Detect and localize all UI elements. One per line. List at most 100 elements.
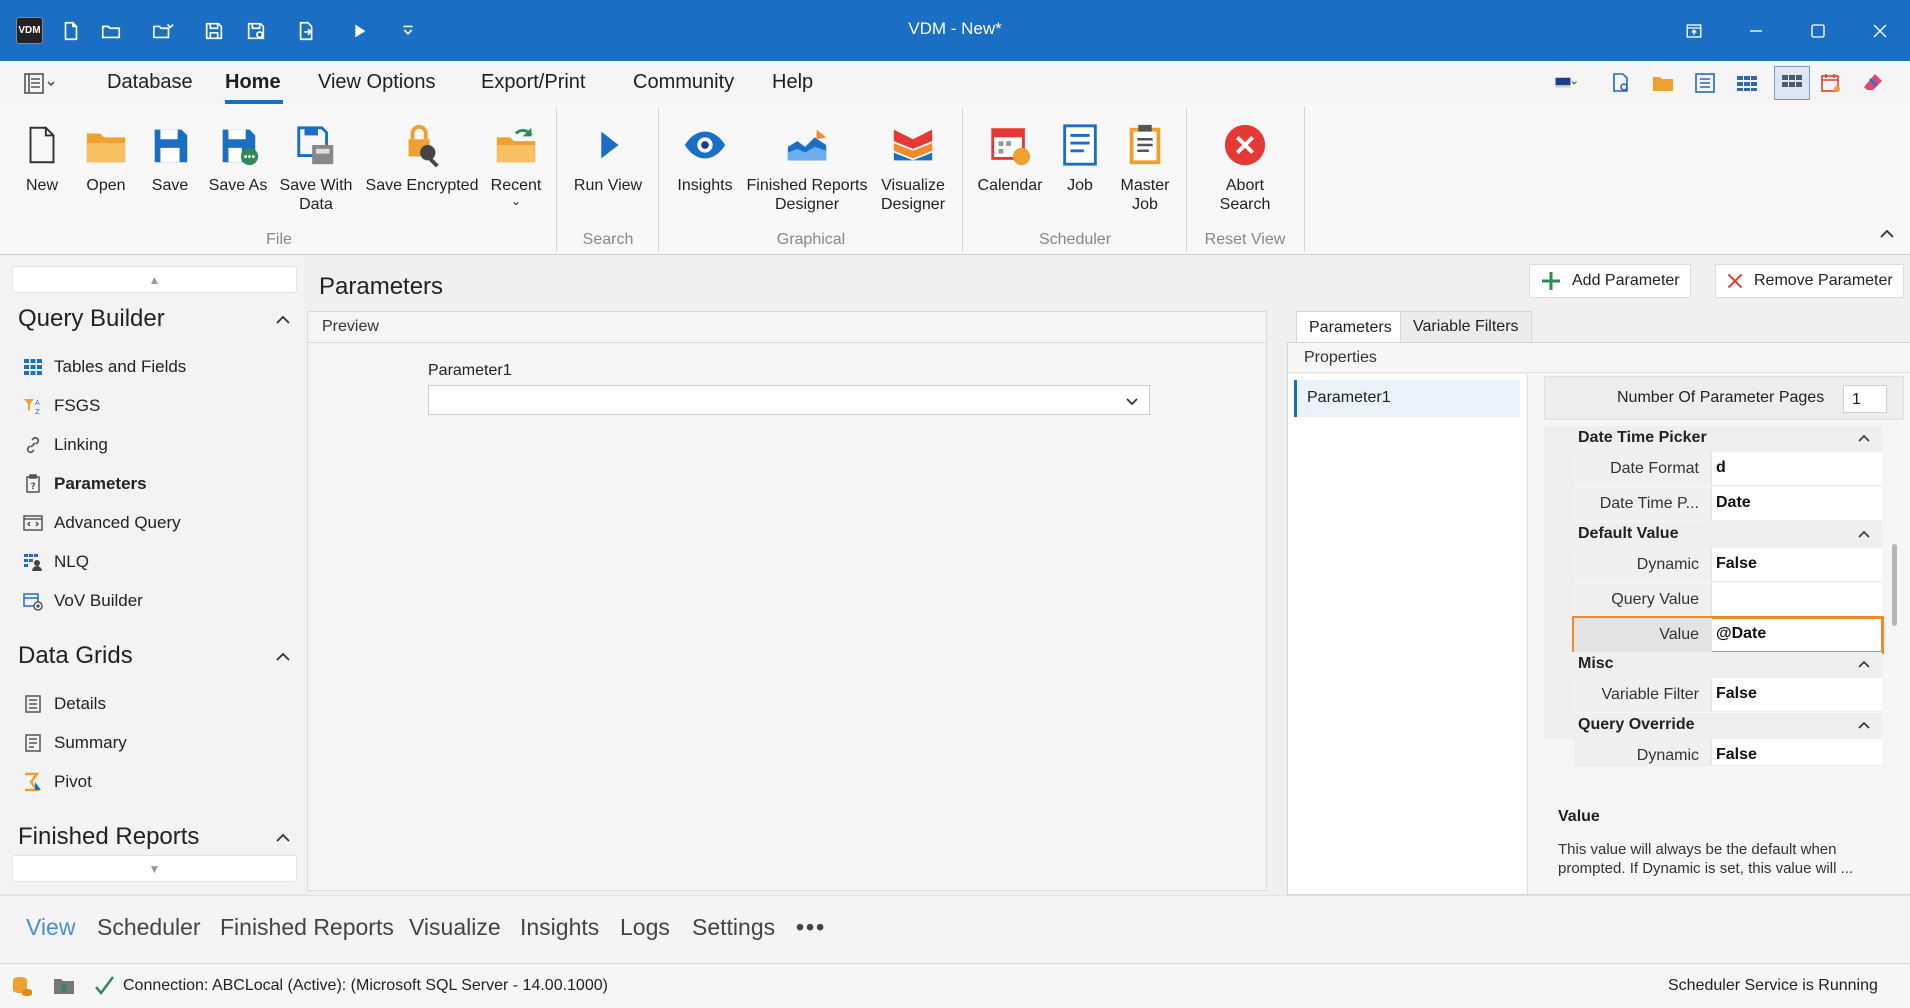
bottom-tab-finished-reports[interactable]: Finished Reports — [220, 914, 394, 941]
more-options-icon[interactable]: ••• — [796, 914, 826, 941]
property-row-query-override-dynamic[interactable]: Dynamic False — [1574, 739, 1882, 766]
nav-item-parameters[interactable]: ? Parameters — [22, 470, 147, 498]
bottom-tab-visualize[interactable]: Visualize — [409, 914, 501, 941]
nav-item-linking[interactable]: Linking — [22, 431, 108, 459]
finished-reports-designer-button[interactable]: Finished Reports Designer — [746, 105, 868, 214]
tile-view-icon[interactable] — [1774, 66, 1810, 100]
grid-view-icon[interactable] — [1732, 68, 1762, 98]
menu-tab-view-options[interactable]: View Options — [318, 71, 435, 94]
category-date-time-picker[interactable]: Date Time Picker — [1544, 426, 1882, 452]
property-key: Query Value — [1574, 583, 1712, 617]
property-row-query-value[interactable]: Query Value — [1574, 583, 1882, 617]
chevron-up-icon[interactable] — [272, 827, 294, 849]
menu-tab-help[interactable]: Help — [772, 71, 813, 94]
property-row-date-format[interactable]: Date Format d — [1574, 452, 1882, 486]
nav-item-nlq[interactable]: NLQ — [22, 548, 89, 576]
property-row-value[interactable]: Value @Date — [1572, 616, 1884, 654]
property-value[interactable]: @Date — [1716, 625, 1766, 643]
parameter-list-item[interactable]: Parameter1 — [1294, 380, 1520, 417]
nav-item-details[interactable]: Details — [22, 690, 106, 718]
eraser-icon[interactable] — [1858, 68, 1888, 98]
nav-section-finished-reports[interactable]: Finished Reports — [18, 823, 199, 851]
nav-item-pivot[interactable]: Pivot — [22, 768, 92, 796]
calendar-settings-icon[interactable] — [1816, 68, 1846, 98]
add-parameter-button[interactable]: Add Parameter — [1529, 264, 1691, 298]
master-job-button[interactable]: Master Job — [1114, 105, 1176, 214]
chevron-up-icon[interactable] — [272, 646, 294, 668]
run-view-button[interactable]: Run View — [568, 105, 648, 195]
maximize-icon[interactable] — [1798, 12, 1838, 50]
save-as-button[interactable]: Save As — [204, 105, 272, 195]
bottom-tab-settings[interactable]: Settings — [692, 914, 775, 941]
chevron-up-icon[interactable] — [272, 309, 294, 331]
minimize-icon[interactable] — [1736, 12, 1776, 50]
theme-dropdown-icon[interactable] — [1546, 68, 1586, 98]
scroll-down-button[interactable]: ▼ — [12, 855, 297, 882]
save-icon[interactable] — [198, 15, 230, 47]
property-row-dynamic[interactable]: Dynamic False — [1574, 548, 1882, 582]
nav-section-data-grids[interactable]: Data Grids — [18, 642, 133, 670]
folder-icon[interactable] — [1648, 68, 1678, 98]
property-grid-scrollbar[interactable] — [1892, 544, 1897, 626]
nav-section-query-builder[interactable]: Query Builder — [18, 305, 165, 333]
new-file-icon[interactable] — [55, 15, 87, 47]
num-parameter-pages-input[interactable]: 1 — [1843, 385, 1887, 413]
category-query-override[interactable]: Query Override — [1544, 713, 1882, 739]
svg-text:A: A — [35, 399, 40, 407]
remove-parameter-button[interactable]: Remove Parameter — [1715, 264, 1904, 298]
open-recent-dropdown-icon[interactable] — [140, 15, 186, 47]
menu-tab-home[interactable]: Home — [225, 71, 281, 94]
save-with-data-button[interactable]: Save With Data — [278, 105, 354, 214]
database-icon[interactable] — [10, 974, 34, 998]
save-button[interactable]: Save — [142, 105, 198, 195]
run-icon[interactable] — [343, 15, 375, 47]
nav-item-fsgs[interactable]: AZ FSGS — [22, 392, 100, 420]
settings-document-icon[interactable] — [1606, 68, 1636, 98]
ribbon: New Open Save Save As Save With Data Sav… — [0, 105, 1910, 255]
open-folder-icon[interactable] — [95, 15, 127, 47]
export-dropdown-icon[interactable] — [284, 15, 330, 47]
visualize-designer-button[interactable]: Visualize Designer — [874, 105, 952, 214]
bottom-tab-scheduler[interactable]: Scheduler — [97, 914, 201, 941]
nav-item-tables-and-fields[interactable]: Tables and Fields — [22, 353, 186, 381]
app-menu-icon[interactable] — [22, 71, 58, 97]
menu-tab-community[interactable]: Community — [633, 71, 734, 94]
tab-variable-filters[interactable]: Variable Filters — [1400, 311, 1532, 343]
tab-parameters[interactable]: Parameters — [1296, 311, 1405, 343]
menu-tab-database[interactable]: Database — [107, 71, 193, 94]
new-button[interactable]: New — [14, 105, 70, 195]
bottom-tab-logs[interactable]: Logs — [620, 914, 670, 941]
recent-button[interactable]: Recent ⌄ — [488, 105, 544, 207]
property-value: Date — [1716, 494, 1751, 511]
nav-item-summary[interactable]: Summary — [22, 729, 127, 757]
job-button[interactable]: Job — [1052, 105, 1108, 195]
restore-layout-icon[interactable] — [1674, 12, 1714, 50]
property-row-variable-filter[interactable]: Variable Filter False — [1574, 678, 1882, 712]
bottom-tab-insights[interactable]: Insights — [520, 914, 599, 941]
folder-download-icon[interactable] — [52, 974, 76, 998]
scroll-up-button[interactable]: ▲ — [12, 266, 297, 293]
insights-button[interactable]: Insights — [670, 105, 740, 195]
menu-tab-export-print[interactable]: Export/Print — [481, 71, 585, 94]
nav-item-vov-builder[interactable]: VoV Builder — [22, 587, 143, 615]
save-encrypted-button[interactable]: Save Encrypted — [364, 105, 480, 195]
calendar-button[interactable]: Calendar — [974, 105, 1046, 195]
insights-label: Insights — [677, 177, 733, 194]
open-button[interactable]: Open — [78, 105, 134, 195]
parameter-dropdown[interactable] — [428, 385, 1150, 415]
close-window-icon[interactable] — [1860, 12, 1900, 50]
save-as-label: Save As — [208, 177, 268, 194]
customize-qat-icon[interactable] — [392, 15, 424, 47]
bottom-tab-view[interactable]: View — [26, 914, 75, 941]
abort-search-button[interactable]: Abort Search — [1198, 105, 1292, 214]
property-row-date-time-picker[interactable]: Date Time P... Date — [1574, 487, 1882, 521]
category-misc[interactable]: Misc — [1544, 652, 1882, 678]
nav-item-advanced-query[interactable]: Advanced Query — [22, 509, 181, 537]
group-separator — [658, 107, 659, 252]
details-list-icon — [22, 693, 44, 715]
save-as-icon[interactable] — [240, 15, 272, 47]
list-view-icon[interactable] — [1690, 68, 1720, 98]
run-view-label: Run View — [573, 177, 643, 194]
collapse-ribbon-icon[interactable] — [1876, 223, 1898, 245]
category-default-value[interactable]: Default Value — [1544, 522, 1882, 548]
